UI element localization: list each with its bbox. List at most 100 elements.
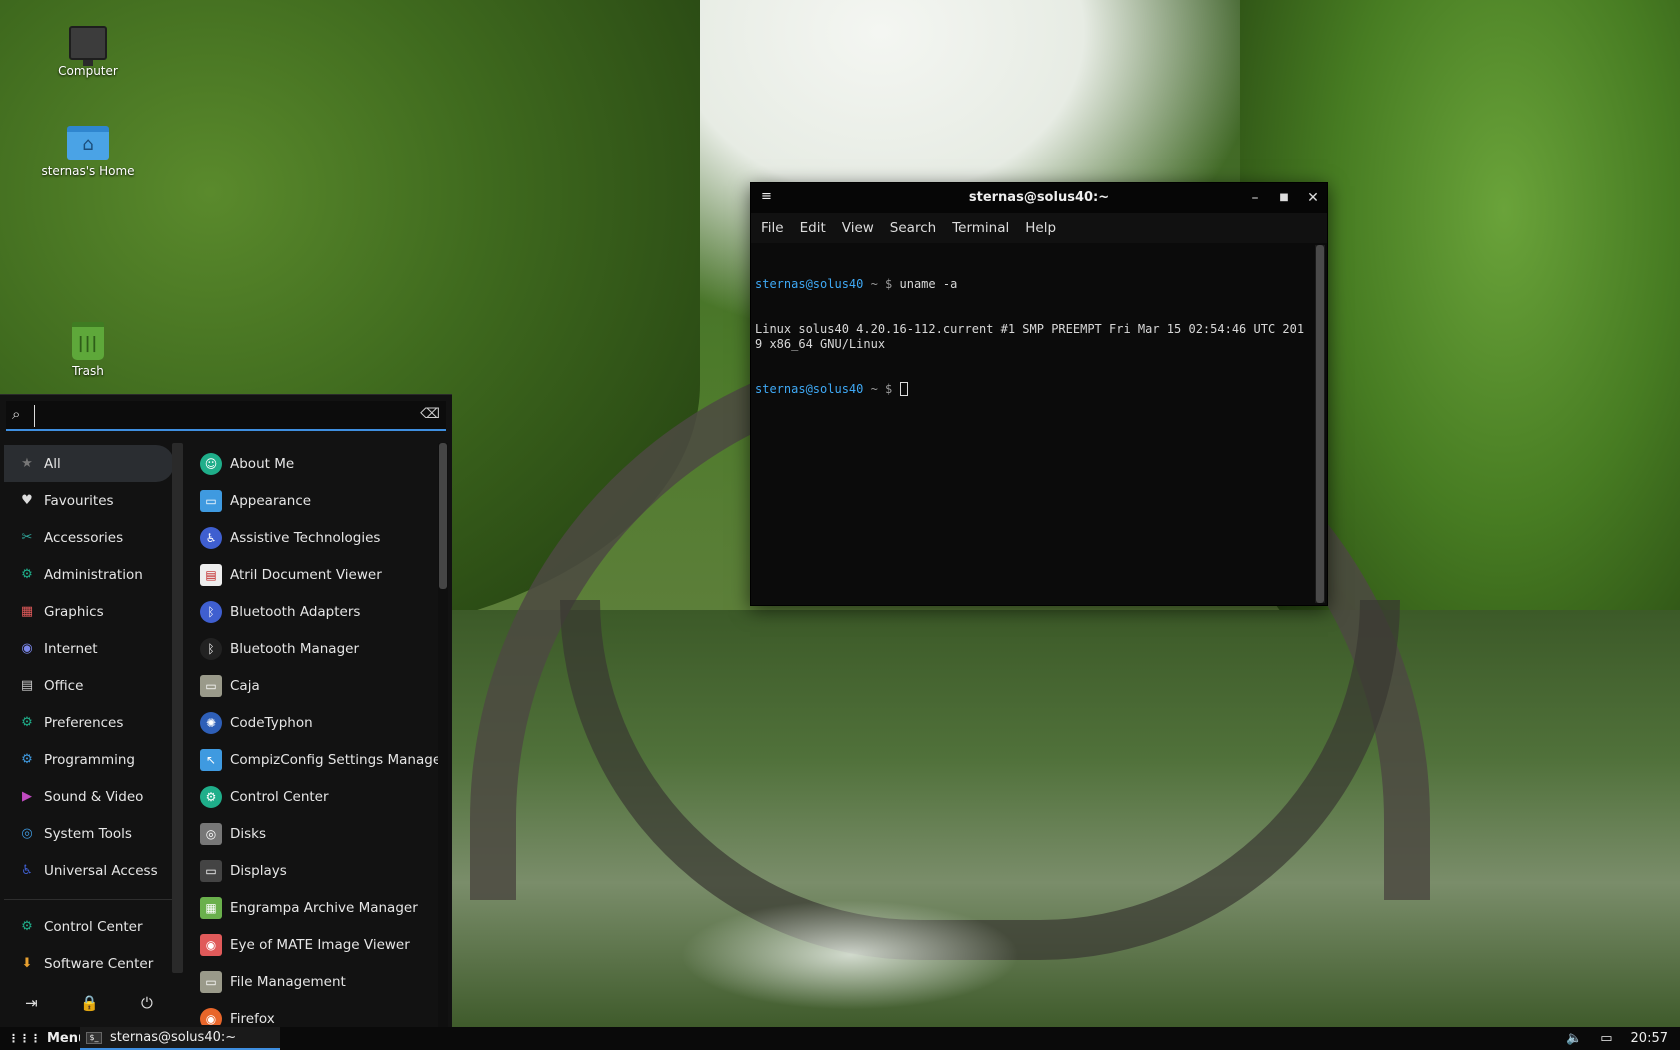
- session-actions: ⇥ 🔒 ⏻: [4, 983, 174, 1023]
- lock-icon[interactable]: 🔒: [80, 994, 99, 1012]
- clock[interactable]: 20:57: [1631, 1031, 1668, 1046]
- app-item[interactable]: ▭ Displays: [200, 852, 438, 889]
- eye-of-mate-icon: ◉: [200, 933, 222, 956]
- hamburger-menu-icon[interactable]: ≡: [761, 189, 772, 204]
- programming-icon: ⚙: [21, 752, 33, 767]
- power-icon[interactable]: ⏻: [141, 994, 153, 1012]
- category-label: Accessories: [44, 529, 124, 546]
- grid-icon: ⋮⋮⋮: [8, 1032, 41, 1045]
- sound-video-icon: ▶: [22, 789, 32, 804]
- category-label: Preferences: [44, 714, 124, 731]
- administration-icon: ⚙: [21, 567, 33, 582]
- app-item-label: Engrampa Archive Manager: [230, 899, 418, 916]
- pinned-label: Control Center: [44, 918, 143, 935]
- app-item[interactable]: ▭ File Management: [200, 963, 438, 1000]
- desktop-icon-trash[interactable]: Trash: [28, 322, 148, 378]
- scrollbar-thumb[interactable]: [1316, 245, 1324, 603]
- maximize-icon[interactable]: ■: [1274, 188, 1294, 208]
- app-item[interactable]: ☺ About Me: [200, 445, 438, 482]
- taskbar-item-terminal[interactable]: $_ sternas@solus40:~: [80, 1027, 280, 1050]
- menu-edit[interactable]: Edit: [800, 220, 826, 236]
- codetyphon-icon: ✺: [200, 711, 222, 734]
- category-universal-access[interactable]: ♿ Universal Access: [4, 852, 174, 889]
- app-item[interactable]: ▤ Atril Document Viewer: [200, 556, 438, 593]
- app-item-label: Bluetooth Adapters: [230, 603, 361, 620]
- category-office[interactable]: ▤ Office: [4, 667, 174, 704]
- terminal-screen[interactable]: sternas@solus40 ~ $ uname -a Linux solus…: [753, 245, 1313, 603]
- category-scrollbar[interactable]: [172, 443, 183, 973]
- category-sound-video[interactable]: ▶ Sound & Video: [4, 778, 174, 815]
- terminal-window[interactable]: ≡ sternas@solus40:~ – ■ ✕ File Edit View…: [750, 182, 1328, 606]
- app-item[interactable]: ◎ Disks: [200, 815, 438, 852]
- app-item-label: Eye of MATE Image Viewer: [230, 936, 410, 953]
- category-programming[interactable]: ⚙ Programming: [4, 741, 174, 778]
- app-item[interactable]: ᛒ Bluetooth Manager: [200, 630, 438, 667]
- app-item-label: About Me: [230, 455, 295, 472]
- menu-terminal[interactable]: Terminal: [952, 220, 1009, 236]
- control-center-icon: ⚙: [21, 919, 33, 934]
- category-favourites[interactable]: ♥ Favourites: [4, 482, 174, 519]
- app-item[interactable]: ↖ CompizConfig Settings Manager: [200, 741, 438, 778]
- heart-icon: ♥: [21, 493, 33, 508]
- terminal-titlebar[interactable]: ≡ sternas@solus40:~ – ■ ✕: [751, 183, 1327, 213]
- category-all[interactable]: ★ All: [4, 445, 174, 482]
- prompt-path: ~ $: [863, 382, 900, 396]
- category-preferences[interactable]: ⚙ Preferences: [4, 704, 174, 741]
- internet-icon: ◉: [21, 641, 33, 656]
- app-item[interactable]: ◉ Eye of MATE Image Viewer: [200, 926, 438, 963]
- atril-icon: ▤: [200, 563, 222, 586]
- volume-icon[interactable]: 🔈: [1566, 1031, 1582, 1046]
- category-accessories[interactable]: ✂ Accessories: [4, 519, 174, 556]
- category-system-tools[interactable]: ◎ System Tools: [4, 815, 174, 852]
- pinned-control-center[interactable]: ⚙ Control Center: [4, 908, 174, 945]
- category-label: Programming: [44, 751, 135, 768]
- app-item[interactable]: ♿ Assistive Technologies: [200, 519, 438, 556]
- minimize-icon[interactable]: –: [1245, 188, 1265, 208]
- preferences-icon: ⚙: [21, 715, 33, 730]
- pinned-software-center[interactable]: ⬇ Software Center: [4, 945, 174, 982]
- logout-icon[interactable]: ⇥: [25, 994, 38, 1012]
- app-item[interactable]: ✺ CodeTyphon: [200, 704, 438, 741]
- app-item-label: CodeTyphon: [230, 714, 313, 731]
- app-item[interactable]: ▭ Appearance: [200, 482, 438, 519]
- category-graphics[interactable]: ▦ Graphics: [4, 593, 174, 630]
- engrampa-icon: ▦: [200, 896, 222, 919]
- desktop-icon-label: Computer: [58, 64, 118, 78]
- desktop-icon-home[interactable]: sternas's Home: [28, 126, 148, 178]
- menu-view[interactable]: View: [842, 220, 874, 236]
- bottom-panel: ⋮⋮⋮ Menu $_ sternas@solus40:~ 🔈 ▭ 20:57: [0, 1027, 1680, 1050]
- terminal-line: Linux solus40 4.20.16-112.current #1 SMP…: [755, 322, 1305, 351]
- app-item-label: CompizConfig Settings Manager: [230, 751, 438, 768]
- caja-icon: ▭: [200, 674, 222, 697]
- category-administration[interactable]: ⚙ Administration: [4, 556, 174, 593]
- pinned-label: Software Center: [44, 955, 154, 972]
- app-list-scrollbar[interactable]: [438, 443, 448, 1028]
- file-management-icon: ▭: [200, 970, 222, 993]
- terminal-scrollbar[interactable]: [1315, 245, 1325, 603]
- search-input[interactable]: [34, 405, 414, 427]
- close-icon[interactable]: ✕: [1303, 188, 1323, 208]
- menu-help[interactable]: Help: [1025, 220, 1056, 236]
- category-internet[interactable]: ◉ Internet: [4, 630, 174, 667]
- software-center-icon: ⬇: [21, 956, 33, 971]
- prompt-user: sternas@solus40: [755, 277, 864, 291]
- menu-search[interactable]: Search: [890, 220, 936, 236]
- clear-search-icon[interactable]: ⌫: [420, 406, 440, 422]
- app-item[interactable]: ▦ Engrampa Archive Manager: [200, 889, 438, 926]
- menu-button[interactable]: ⋮⋮⋮ Menu: [0, 1027, 87, 1050]
- notifications-icon[interactable]: ▭: [1600, 1031, 1612, 1046]
- app-item[interactable]: ◉ Firefox: [200, 1000, 438, 1025]
- desktop-icon-computer[interactable]: Computer: [28, 26, 148, 78]
- scrollbar-thumb[interactable]: [439, 443, 447, 589]
- appearance-icon: ▭: [200, 489, 222, 512]
- menu-file[interactable]: File: [761, 220, 784, 236]
- app-item[interactable]: ᛒ Bluetooth Adapters: [200, 593, 438, 630]
- app-item[interactable]: ▭ Caja: [200, 667, 438, 704]
- home-folder-icon: [67, 126, 109, 160]
- terminal-menubar: File Edit View Search Terminal Help: [751, 213, 1327, 243]
- app-item[interactable]: ⚙ Control Center: [200, 778, 438, 815]
- prompt-path: ~ $: [863, 277, 900, 291]
- app-item-label: Disks: [230, 825, 267, 842]
- accessories-icon: ✂: [21, 530, 33, 545]
- text-cursor: [899, 382, 908, 396]
